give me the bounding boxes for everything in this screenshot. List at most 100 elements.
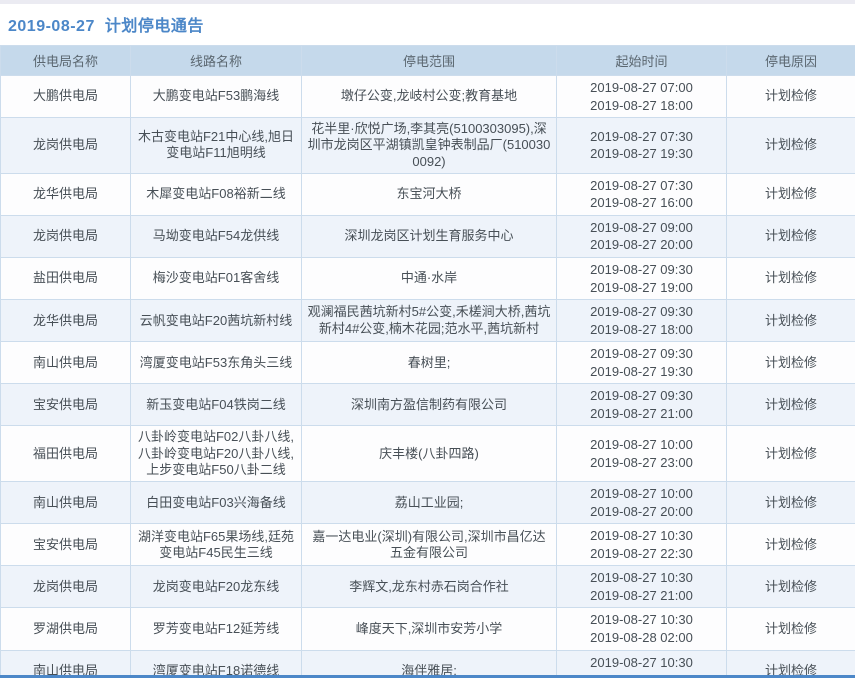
column-header-line: 线路名称 [131,46,302,76]
scope-cell: 李辉文,龙东村赤石岗合作社 [302,566,557,608]
table-row: 宝安供电局 新玉变电站F04铁岗二线 深圳南方盈信制药有限公司 2019-08-… [1,384,855,426]
line-cell: 白田变电站F03兴海备线 [131,482,302,524]
bureau-cell: 南山供电局 [1,342,131,384]
start-time: 2019-08-27 09:30 [561,303,722,321]
line-cell: 木古变电站F21中心线,旭日变电站F11旭明线 [131,118,302,174]
scope-cell: 观澜福民茜坑新村5#公变,禾槎涧大桥,茜坑新村4#公变,楠木花园;范水平,茜坑新… [302,300,557,342]
start-time: 2019-08-27 07:30 [561,128,722,146]
reason-cell: 计划检修 [727,300,855,342]
reason-cell: 计划检修 [727,258,855,300]
bureau-cell: 大鹏供电局 [1,76,131,118]
scope-cell: 春树里; [302,342,557,384]
time-cell: 2019-08-27 10:30 2019-08-28 02:00 [557,608,727,650]
start-time: 2019-08-27 09:30 [561,345,722,363]
bureau-cell: 龙华供电局 [1,173,131,215]
top-strip [0,0,855,4]
bureau-cell: 南山供电局 [1,650,131,678]
scope-cell: 峰度天下,深圳市安芳小学 [302,608,557,650]
end-time: 2019-08-27 19:00 [561,279,722,297]
column-header-bureau: 供电局名称 [1,46,131,76]
start-time: 2019-08-27 10:30 [561,611,722,629]
end-time: 2019-08-27 21:00 [561,587,722,605]
table-row: 罗湖供电局 罗芳变电站F12延芳线 峰度天下,深圳市安芳小学 2019-08-2… [1,608,855,650]
start-time: 2019-08-27 10:30 [561,527,722,545]
scope-cell: 海伴雅居; [302,650,557,678]
end-time: 2019-08-27 18:00 [561,321,722,339]
end-time: 2019-08-27 20:00 [561,236,722,254]
time-cell: 2019-08-27 07:30 2019-08-27 16:00 [557,173,727,215]
reason-cell: 计划检修 [727,173,855,215]
start-time: 2019-08-27 10:30 [561,569,722,587]
table-row: 龙岗供电局 龙岗变电站F20龙东线 李辉文,龙东村赤石岗合作社 2019-08-… [1,566,855,608]
start-time: 2019-08-27 07:30 [561,177,722,195]
scope-cell: 荔山工业园; [302,482,557,524]
reason-cell: 计划检修 [727,650,855,678]
outage-table: 供电局名称 线路名称 停电范围 起始时间 停电原因 大鹏供电局 大鹏变电站F53… [0,45,855,678]
table-row: 龙岗供电局 马坳变电站F54龙供线 深圳龙岗区计划生育服务中心 2019-08-… [1,215,855,257]
reason-cell: 计划检修 [727,608,855,650]
reason-cell: 计划检修 [727,426,855,482]
reason-cell: 计划检修 [727,342,855,384]
table-row: 宝安供电局 湖洋变电站F65果场线,廷苑变电站F45民生三线 嘉一达电业(深圳)… [1,524,855,566]
reason-cell: 计划检修 [727,482,855,524]
column-header-time: 起始时间 [557,46,727,76]
start-time: 2019-08-27 07:00 [561,79,722,97]
page-title: 2019-08-27 计划停电通告 [0,0,855,45]
start-time: 2019-08-27 10:00 [561,485,722,503]
table-row: 南山供电局 白田变电站F03兴海备线 荔山工业园; 2019-08-27 10:… [1,482,855,524]
page-title-label: 计划停电通告 [105,18,204,35]
table-body: 大鹏供电局 大鹏变电站F53鹏海线 墩仔公变,龙岐村公变;教育基地 2019-0… [1,76,855,678]
reason-cell: 计划检修 [727,384,855,426]
start-time: 2019-08-27 09:00 [561,219,722,237]
time-cell: 2019-08-27 09:00 2019-08-27 20:00 [557,215,727,257]
table-row: 南山供电局 湾厦变电站F53东角头三线 春树里; 2019-08-27 09:3… [1,342,855,384]
table-row: 龙华供电局 云帆变电站F20茜坑新村线 观澜福民茜坑新村5#公变,禾槎涧大桥,茜… [1,300,855,342]
table-row: 南山供电局 湾厦变电站F18诺德线 海伴雅居; 2019-08-27 10:30… [1,650,855,678]
bureau-cell: 南山供电局 [1,482,131,524]
end-time: 2019-08-27 23:00 [561,454,722,472]
end-time: 2019-08-27 22:30 [561,545,722,563]
time-cell: 2019-08-27 07:00 2019-08-27 18:00 [557,76,727,118]
reason-cell: 计划检修 [727,118,855,174]
reason-cell: 计划检修 [727,76,855,118]
line-cell: 龙岗变电站F20龙东线 [131,566,302,608]
line-cell: 八卦岭变电站F02八卦八线,八卦岭变电站F20八卦八线,上步变电站F50八卦二线 [131,426,302,482]
scope-cell: 墩仔公变,龙岐村公变;教育基地 [302,76,557,118]
scope-cell: 庆丰楼(八卦四路) [302,426,557,482]
reason-cell: 计划检修 [727,566,855,608]
page-title-date: 2019-08-27 [8,18,95,35]
end-time: 2019-08-27 16:00 [561,194,722,212]
bureau-cell: 龙岗供电局 [1,118,131,174]
bureau-cell: 龙岗供电局 [1,566,131,608]
bureau-cell: 龙华供电局 [1,300,131,342]
bureau-cell: 盐田供电局 [1,258,131,300]
scope-cell: 中通·水岸 [302,258,557,300]
start-time: 2019-08-27 09:30 [561,387,722,405]
table-header: 供电局名称 线路名称 停电范围 起始时间 停电原因 [1,46,855,76]
time-cell: 2019-08-27 10:00 2019-08-27 23:00 [557,426,727,482]
table-row: 大鹏供电局 大鹏变电站F53鹏海线 墩仔公变,龙岐村公变;教育基地 2019-0… [1,76,855,118]
time-cell: 2019-08-27 10:30 2019-08-27 22:30 [557,524,727,566]
table-row: 福田供电局 八卦岭变电站F02八卦八线,八卦岭变电站F20八卦八线,上步变电站F… [1,426,855,482]
end-time: 2019-08-27 20:00 [561,503,722,521]
bureau-cell: 宝安供电局 [1,384,131,426]
start-time: 2019-08-27 09:30 [561,261,722,279]
time-cell: 2019-08-27 10:30 2019-08-27 20:30 [557,650,727,678]
line-cell: 马坳变电站F54龙供线 [131,215,302,257]
table-row: 龙岗供电局 木古变电站F21中心线,旭日变电站F11旭明线 花半里·欣悦广场,李… [1,118,855,174]
column-header-scope: 停电范围 [302,46,557,76]
start-time: 2019-08-27 10:30 [561,654,722,672]
time-cell: 2019-08-27 09:30 2019-08-27 19:00 [557,258,727,300]
scope-cell: 深圳龙岗区计划生育服务中心 [302,215,557,257]
line-cell: 新玉变电站F04铁岗二线 [131,384,302,426]
table-row: 龙华供电局 木犀变电站F08裕新二线 东宝河大桥 2019-08-27 07:3… [1,173,855,215]
bureau-cell: 宝安供电局 [1,524,131,566]
time-cell: 2019-08-27 07:30 2019-08-27 19:30 [557,118,727,174]
scope-cell: 嘉一达电业(深圳)有限公司,深圳市昌亿达五金有限公司 [302,524,557,566]
bureau-cell: 龙岗供电局 [1,215,131,257]
line-cell: 湾厦变电站F18诺德线 [131,650,302,678]
line-cell: 梅沙变电站F01客舍线 [131,258,302,300]
end-time: 2019-08-27 18:00 [561,97,722,115]
time-cell: 2019-08-27 09:30 2019-08-27 19:30 [557,342,727,384]
time-cell: 2019-08-27 09:30 2019-08-27 18:00 [557,300,727,342]
